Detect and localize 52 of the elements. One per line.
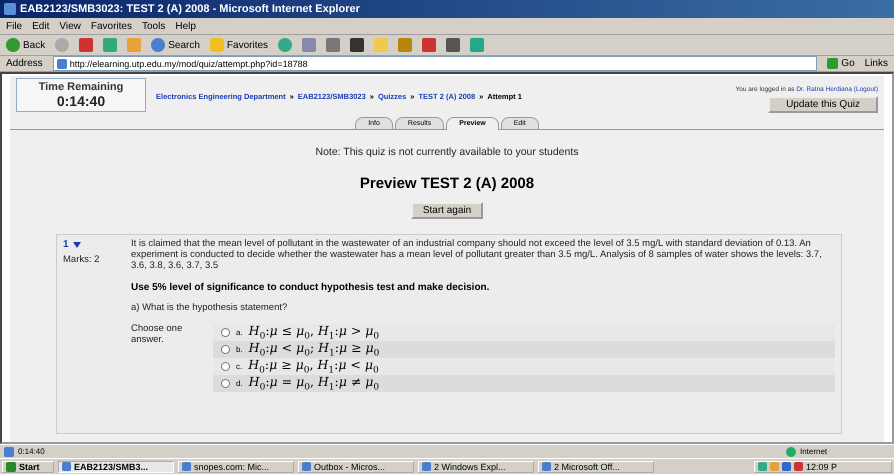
search-button[interactable]: Search <box>151 38 200 52</box>
menu-item[interactable]: Favorites <box>90 20 132 32</box>
option-letter: d. <box>236 378 243 388</box>
taskbar-item[interactable]: snopes.com: Mic... <box>178 460 294 472</box>
update-quiz-button[interactable]: Update this Quiz <box>768 96 878 113</box>
answer-option[interactable]: b. H$_{0}$:μ < μ$_{0}$; H$_{1}$:μ ≥ μ$_{0}$ <box>213 340 835 358</box>
option-formula: H$_{0}$:μ = μ$_{0}$, H$_{1}$:μ ≠ μ$_{0}$ <box>248 374 380 392</box>
radio-button[interactable] <box>221 378 230 388</box>
menu-item[interactable]: File <box>6 20 22 32</box>
back-button[interactable]: Back <box>6 38 46 52</box>
radio-button[interactable] <box>221 362 230 371</box>
question-prompt: a) What is the hypothesis statement? <box>131 302 288 314</box>
menu-item[interactable]: Help <box>175 20 196 32</box>
flag-icon[interactable] <box>72 242 81 248</box>
taskbar-item[interactable]: 2 Microsoft Off... <box>538 460 654 472</box>
start-button[interactable]: Start <box>2 460 54 472</box>
clock: 12:09 P <box>806 462 838 472</box>
timer-value: 0:14:40 <box>56 93 106 109</box>
availability-note: Note: This quiz is not currently available to your students <box>314 146 580 158</box>
option-formula: H$_{0}$:μ < μ$_{0}$; H$_{1}$:μ ≥ μ$_{0}$ <box>248 340 380 358</box>
option-letter: b. <box>236 344 243 354</box>
option-formula: H$_{0}$:μ ≥ μ$_{0}$, H$_{1}$:μ < μ$_{0}$ <box>248 356 379 376</box>
menu-item[interactable]: View <box>59 20 81 32</box>
answer-option[interactable]: c. H$_{0}$:μ ≥ μ$_{0}$, H$_{1}$:μ < μ$_{0}$ <box>213 358 835 375</box>
radio-button[interactable] <box>221 328 230 337</box>
links-button[interactable]: Links <box>864 58 888 69</box>
address-field[interactable]: http://elearning.utp.edu.my/mod/quiz/attempt.php?id=18788 <box>52 56 818 71</box>
marks-label: Marks: 2 <box>63 255 100 266</box>
option-letter: c. <box>236 362 242 371</box>
instruction-text: Use 5% level of significance to conduct hypothesis test and make decision. <box>131 282 490 293</box>
answer-option[interactable]: a. H$_{0}$:μ ≤ μ$_{0}$, H$_{1}$:μ > μ$_{0}$ <box>213 324 835 341</box>
menu-item[interactable]: Tools <box>142 20 166 32</box>
taskbar-item[interactable]: Outbox - Micros... <box>298 460 414 472</box>
menu-item[interactable]: Edit <box>32 20 50 32</box>
option-formula: H$_{0}$:μ ≤ μ$_{0}$, H$_{1}$:μ > μ$_{0}$ <box>248 322 380 342</box>
option-letter: a. <box>236 328 243 337</box>
page-heading: Preview TEST 2 (A) 2008 <box>358 175 536 192</box>
window-title: EAB2123/SMB3023: TEST 2 (A) 2008 - Microsoft Internet Explorer <box>0 0 894 18</box>
start-again-button[interactable]: Start again <box>410 202 484 219</box>
go-button[interactable]: Go <box>827 58 855 69</box>
question-text: It is claimed that the mean level of pollutant in the wastewater of an industrial company should not exceed the level of 3.5 mg/L with standard deviation of 0.13. An experiment is conducted to decide whether the wastewater has a mean level of pollutant greater than 3.5 mg/L. Analysis of 8 samples of water shows the levels: 3.7, 3.6, 3.8, 3.6, 3.7, 3.5 <box>131 239 823 272</box>
address-label: Address <box>6 58 43 69</box>
status-text: 0:14:40 <box>18 447 46 456</box>
answer-option[interactable]: d. H$_{0}$:μ = μ$_{0}$, H$_{1}$:μ ≠ μ$_{0}$ <box>213 374 835 392</box>
timer-label: Time Remaining <box>38 81 124 93</box>
radio-button[interactable] <box>221 344 230 354</box>
taskbar-item[interactable]: 2 Windows Expl... <box>418 460 534 472</box>
question-number: 1 <box>63 239 69 250</box>
choose-label: Choose one answer. <box>131 324 184 347</box>
taskbar-item[interactable]: EAB2123/SMB3... <box>58 460 174 472</box>
zone-label: Internet <box>800 447 828 456</box>
favorites-button[interactable]: Favorites <box>210 38 268 52</box>
